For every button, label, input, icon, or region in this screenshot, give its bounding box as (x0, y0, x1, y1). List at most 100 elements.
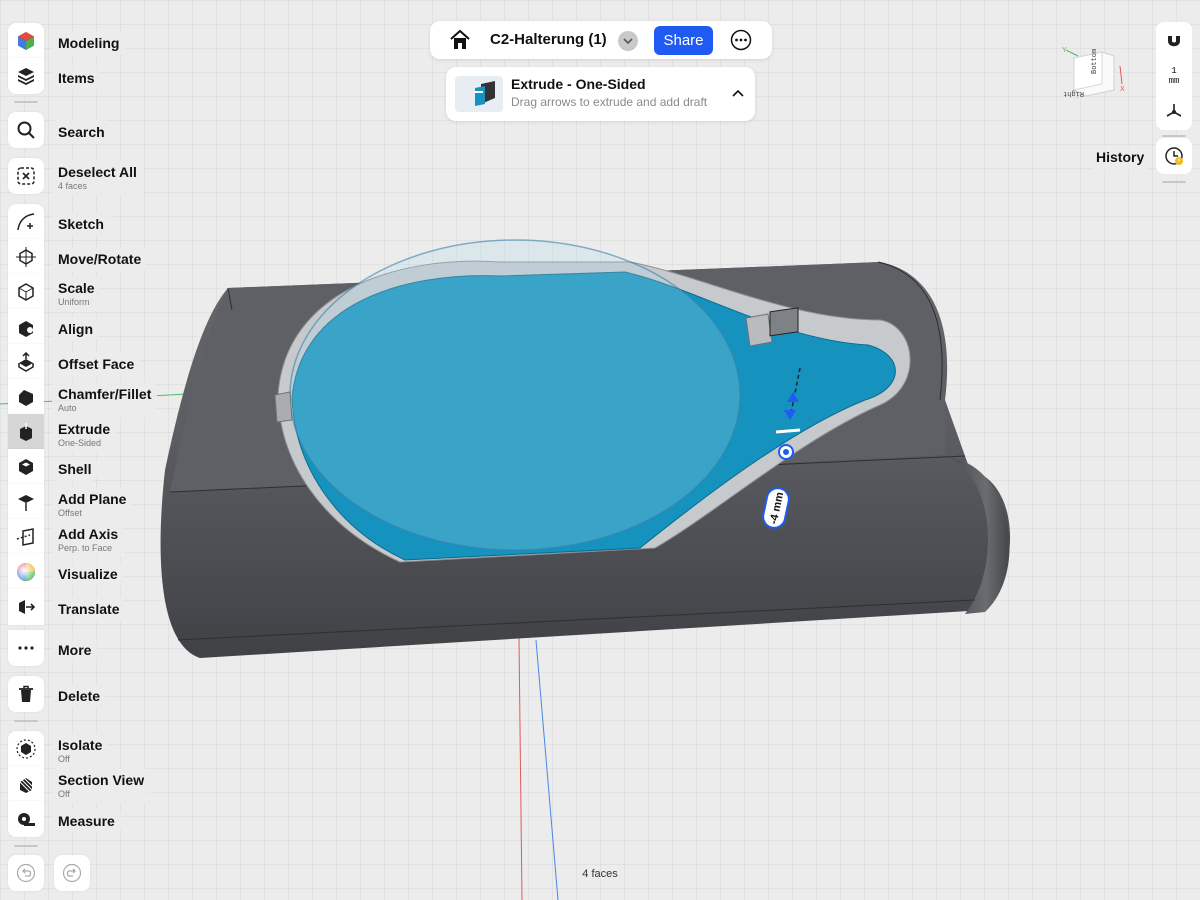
title-dropdown-button[interactable] (618, 31, 638, 51)
offset-face-icon (18, 352, 34, 372)
svg-text:Right: Right (1063, 89, 1084, 97)
plane-icon (18, 495, 34, 511)
delete-button[interactable] (8, 676, 44, 712)
extrude-button[interactable] (8, 414, 44, 450)
offset-face-label: Offset Face (52, 352, 141, 376)
ellipsis-icon (18, 646, 34, 650)
align-icon (19, 321, 33, 337)
translate-label: Translate (52, 597, 126, 621)
more-button[interactable] (8, 630, 44, 666)
history-label: History (1090, 146, 1151, 170)
svg-text:X: X (1120, 86, 1125, 93)
redo-icon (62, 863, 82, 883)
extrude-thumbnail (455, 76, 503, 112)
hint-title: Extrude - One-Sided (511, 76, 646, 92)
redo-button[interactable] (54, 855, 90, 891)
tape-measure-icon (18, 813, 35, 826)
add-axis-button[interactable] (8, 519, 44, 555)
add-plane-button[interactable] (8, 484, 44, 520)
design-title[interactable]: C2-Halterung (1) (490, 31, 607, 48)
add-axis-label: Add Axis Perp. to Face (52, 522, 125, 558)
scale-label: Scale Uniform (52, 276, 101, 312)
delete-label: Delete (52, 684, 107, 708)
rim-block (745, 313, 773, 347)
right-panel-separator (1162, 181, 1186, 183)
chevron-up-icon (732, 89, 744, 97)
axes-button[interactable] (1156, 94, 1192, 130)
toolbar-separator (14, 845, 38, 847)
chamfer-fillet-label: Chamfer/Fillet Auto (52, 382, 158, 418)
add-plane-label: Add Plane Offset (52, 487, 133, 523)
visualize-button[interactable] (8, 554, 44, 590)
collapse-hint-button[interactable] (730, 86, 746, 102)
view-cube[interactable]: Y X Bottom Right (1062, 44, 1132, 108)
measure-button[interactable] (8, 801, 44, 837)
home-icon (450, 29, 470, 49)
tool-hint-card: Extrude - One-Sided Drag arrows to extru… (446, 67, 755, 121)
items-button[interactable] (8, 58, 44, 94)
scale-button[interactable] (8, 274, 44, 310)
3d-viewport[interactable]: -4 mm (0, 0, 1200, 900)
isolate-icon (16, 739, 36, 759)
sketch-label: Sketch (52, 212, 110, 236)
modeling-button[interactable] (8, 23, 44, 59)
isolate-button[interactable] (8, 731, 44, 767)
section-view-button[interactable] (8, 766, 44, 802)
move-rotate-button[interactable] (8, 239, 44, 275)
isolate-label: Isolate Off (52, 733, 109, 769)
section-view-icon (17, 775, 35, 793)
ellipsis-circle-icon (730, 29, 752, 51)
align-button[interactable] (8, 309, 44, 345)
share-button[interactable]: Share (654, 26, 713, 55)
share-button-label: Share (663, 32, 704, 49)
undo-icon (16, 863, 36, 883)
sketch-icon (17, 213, 35, 231)
search-label: Search (52, 120, 111, 144)
svg-text:Bottom: Bottom (1091, 49, 1099, 74)
items-label: Items (52, 66, 101, 90)
right-panel-separator (1162, 135, 1186, 137)
move-rotate-label: Move/Rotate (52, 247, 148, 271)
layers-icon (18, 68, 34, 85)
offset-face-button[interactable] (8, 344, 44, 380)
extrude-label: Extrude One-Sided (52, 417, 117, 453)
clock-icon (1165, 147, 1183, 165)
toolbar-separator (14, 720, 38, 722)
translate-button[interactable] (8, 589, 44, 625)
home-button[interactable] (448, 28, 472, 52)
extrude-icon (20, 423, 32, 441)
shell-label: Shell (52, 457, 98, 481)
chamfer-fillet-button[interactable] (8, 379, 44, 415)
document-title-bar: C2-Halterung (1) Share (430, 21, 772, 59)
history-button[interactable] (1156, 138, 1192, 174)
toolbar-separator (14, 101, 38, 103)
modeling-label: Modeling (52, 31, 126, 55)
shell-icon (19, 459, 33, 475)
rim-tab-left (274, 391, 293, 423)
snap-button[interactable] (1156, 22, 1192, 58)
axes-icon (1166, 104, 1182, 117)
axis-icon (16, 528, 34, 546)
svg-text:Y: Y (1062, 47, 1067, 54)
search-button[interactable] (8, 112, 44, 148)
grid-size-button[interactable]: 1 mm (1156, 58, 1192, 94)
selection-status: 4 faces (582, 868, 618, 880)
more-label: More (52, 638, 98, 662)
search-icon (17, 121, 35, 139)
extrude-preview-icon (475, 81, 495, 106)
visualize-label: Visualize (52, 562, 124, 586)
magnet-icon (1168, 33, 1180, 47)
measure-label: Measure (52, 809, 121, 833)
undo-button[interactable] (8, 855, 44, 891)
deselect-all-button[interactable] (8, 158, 44, 194)
sketch-button[interactable] (8, 204, 44, 240)
translate-icon (19, 600, 36, 614)
more-options-button[interactable] (730, 29, 752, 51)
grid-size-value: 1 (1171, 66, 1177, 76)
grid-size-unit: mm (1168, 76, 1180, 86)
shell-button[interactable] (8, 449, 44, 485)
section-view-label: Section View Off (52, 768, 151, 804)
chevron-down-icon (623, 38, 633, 45)
deselect-icon (17, 167, 35, 185)
deselect-all-label: Deselect All 4 faces (52, 160, 143, 196)
